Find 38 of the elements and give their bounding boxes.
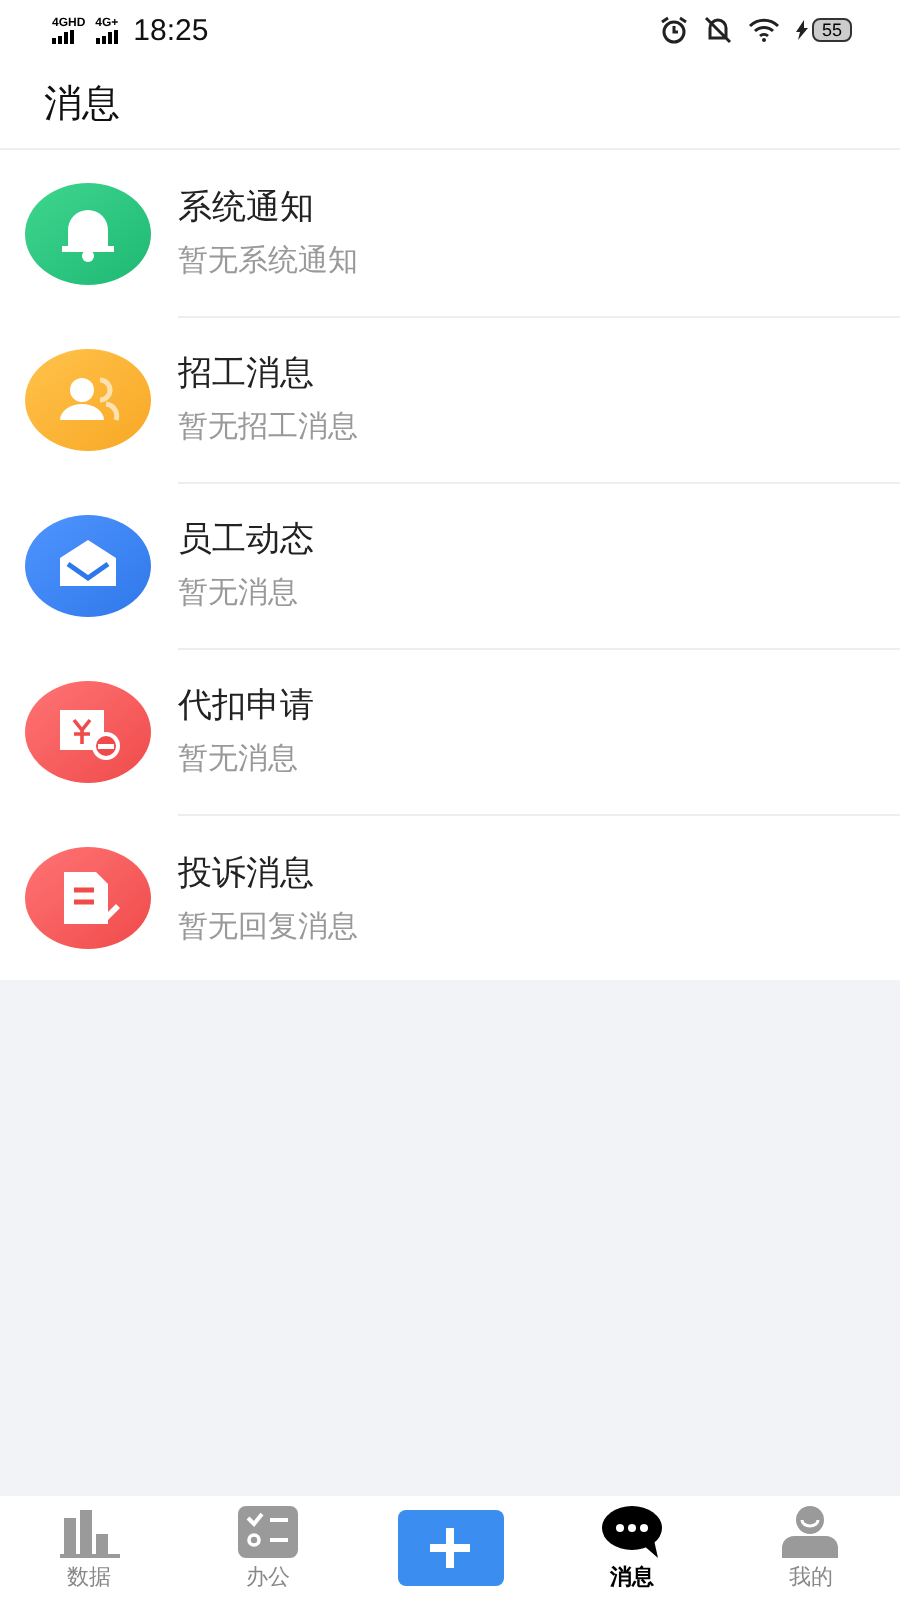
tab-item[interactable]: 我的 bbox=[721, 1496, 900, 1600]
message-preview: 暂无招工消息 bbox=[178, 408, 360, 446]
message-title: 代扣申请 bbox=[178, 684, 316, 728]
message-preview: 暂无消息 bbox=[178, 740, 300, 778]
muted-bell-icon bbox=[703, 16, 732, 44]
signal-icon bbox=[52, 29, 76, 43]
message-title: 投诉消息 bbox=[178, 851, 316, 895]
message-item[interactable]: 招工消息 暂无招工消息 bbox=[0, 316, 900, 482]
bar-chart-icon bbox=[59, 1509, 120, 1557]
battery-level: 55 bbox=[811, 18, 852, 42]
message-preview: 暂无系统通知 bbox=[178, 242, 360, 280]
tab-item[interactable]: 消息 bbox=[543, 1496, 722, 1600]
add-button[interactable] bbox=[397, 1510, 503, 1586]
message-item[interactable]: 代扣申请 暂无消息 bbox=[0, 648, 900, 814]
message-item[interactable]: 投诉消息 暂无回复消息 bbox=[0, 814, 900, 980]
envelope-badge-icon bbox=[24, 513, 152, 617]
page-title: 消息 bbox=[44, 80, 120, 130]
plus-icon bbox=[428, 1526, 472, 1570]
tab-item[interactable]: 办公 bbox=[178, 1496, 357, 1600]
tab-item[interactable]: 数据 bbox=[0, 1496, 179, 1600]
wifi-icon bbox=[747, 18, 780, 42]
message-title: 系统通知 bbox=[178, 186, 316, 230]
clock-time: 18:25 bbox=[133, 13, 209, 47]
alarm-icon bbox=[659, 16, 688, 44]
document-badge-icon bbox=[24, 845, 152, 949]
message-item[interactable]: 系统通知 暂无系统通知 bbox=[0, 150, 900, 316]
bell-badge-icon bbox=[24, 181, 152, 285]
person-icon bbox=[782, 1505, 839, 1557]
signal-icon bbox=[95, 29, 120, 43]
message-preview: 暂无回复消息 bbox=[178, 907, 360, 945]
message-title: 招工消息 bbox=[178, 352, 316, 396]
message-title: 员工动态 bbox=[178, 518, 316, 562]
checklist-icon bbox=[237, 1505, 298, 1557]
people-badge-icon bbox=[24, 347, 152, 451]
receipt-badge-icon bbox=[24, 679, 152, 783]
message-item[interactable]: 员工动态 暂无消息 bbox=[0, 482, 900, 648]
chat-bubble-icon bbox=[602, 1505, 663, 1557]
message-preview: 暂无消息 bbox=[178, 574, 300, 612]
